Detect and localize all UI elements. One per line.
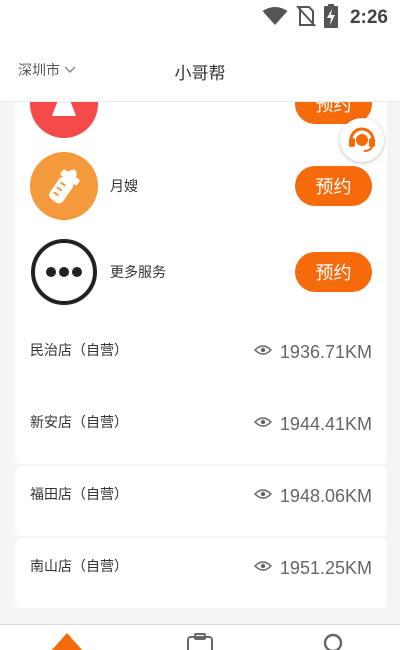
home-icon (49, 625, 85, 650)
service-item-more[interactable]: 更多服务 预约 (15, 232, 387, 312)
store-name: 新安店（自营） (30, 415, 128, 431)
store-item[interactable]: 福田店（自营） 1948.06KM (15, 466, 387, 536)
store-distance: 1944.41KM (253, 414, 372, 435)
service-item-maternity[interactable]: 月嫂 预约 (15, 146, 387, 226)
app-header: 深圳市 小哥帮 (0, 36, 400, 102)
store-item[interactable]: 南山店（自营） 1951.25KM (15, 538, 387, 608)
customer-service-button[interactable] (340, 118, 384, 162)
distance-text: 1948.06KM (279, 486, 372, 506)
eye-icon (253, 343, 272, 362)
status-bar: 2:26 (0, 0, 400, 36)
clock-time: 2:26 (349, 7, 388, 28)
more-dots-icon (30, 238, 98, 306)
distance-text: 1944.41KM (279, 414, 372, 434)
baby-bottle-icon (30, 152, 98, 220)
main-content[interactable]: 预约 月嫂 预约 更多服务 预约 民治店（自营） 1936.71KM 新安店（自… (0, 102, 400, 624)
wifi-icon (262, 6, 288, 30)
distance-text: 1951.25KM (279, 558, 372, 578)
battery-charging-icon (323, 4, 338, 32)
book-button[interactable]: 预约 (295, 166, 372, 206)
service-name: 月嫂 (110, 179, 138, 195)
store-item[interactable]: 民治店（自营） 1936.71KM (15, 322, 387, 392)
store-item[interactable]: 新安店（自营） 1944.41KM (15, 394, 387, 464)
service-item-cleaning[interactable]: 预约 (15, 102, 387, 144)
tab-search[interactable] (266, 625, 399, 650)
store-distance: 1948.06KM (253, 486, 372, 507)
store-distance: 1936.71KM (253, 342, 372, 363)
eye-icon (253, 487, 272, 506)
tab-home[interactable] (0, 625, 133, 650)
store-name: 南山店（自营） (30, 559, 128, 575)
eye-icon (253, 415, 272, 434)
bottom-tab-bar (0, 624, 400, 650)
search-icon (318, 625, 348, 650)
orders-icon (185, 625, 215, 650)
distance-text: 1936.71KM (279, 342, 372, 362)
store-name: 民治店（自营） (30, 343, 128, 359)
eye-icon (253, 559, 272, 578)
store-name: 福田店（自营） (30, 487, 128, 503)
tab-orders[interactable] (133, 625, 266, 650)
page-title: 小哥帮 (174, 64, 226, 84)
cleaning-icon (30, 102, 98, 138)
headset-icon (346, 122, 378, 158)
service-name: 更多服务 (110, 265, 166, 281)
book-button[interactable]: 预约 (295, 252, 372, 292)
no-sim-icon (296, 5, 316, 31)
store-distance: 1951.25KM (253, 558, 372, 579)
